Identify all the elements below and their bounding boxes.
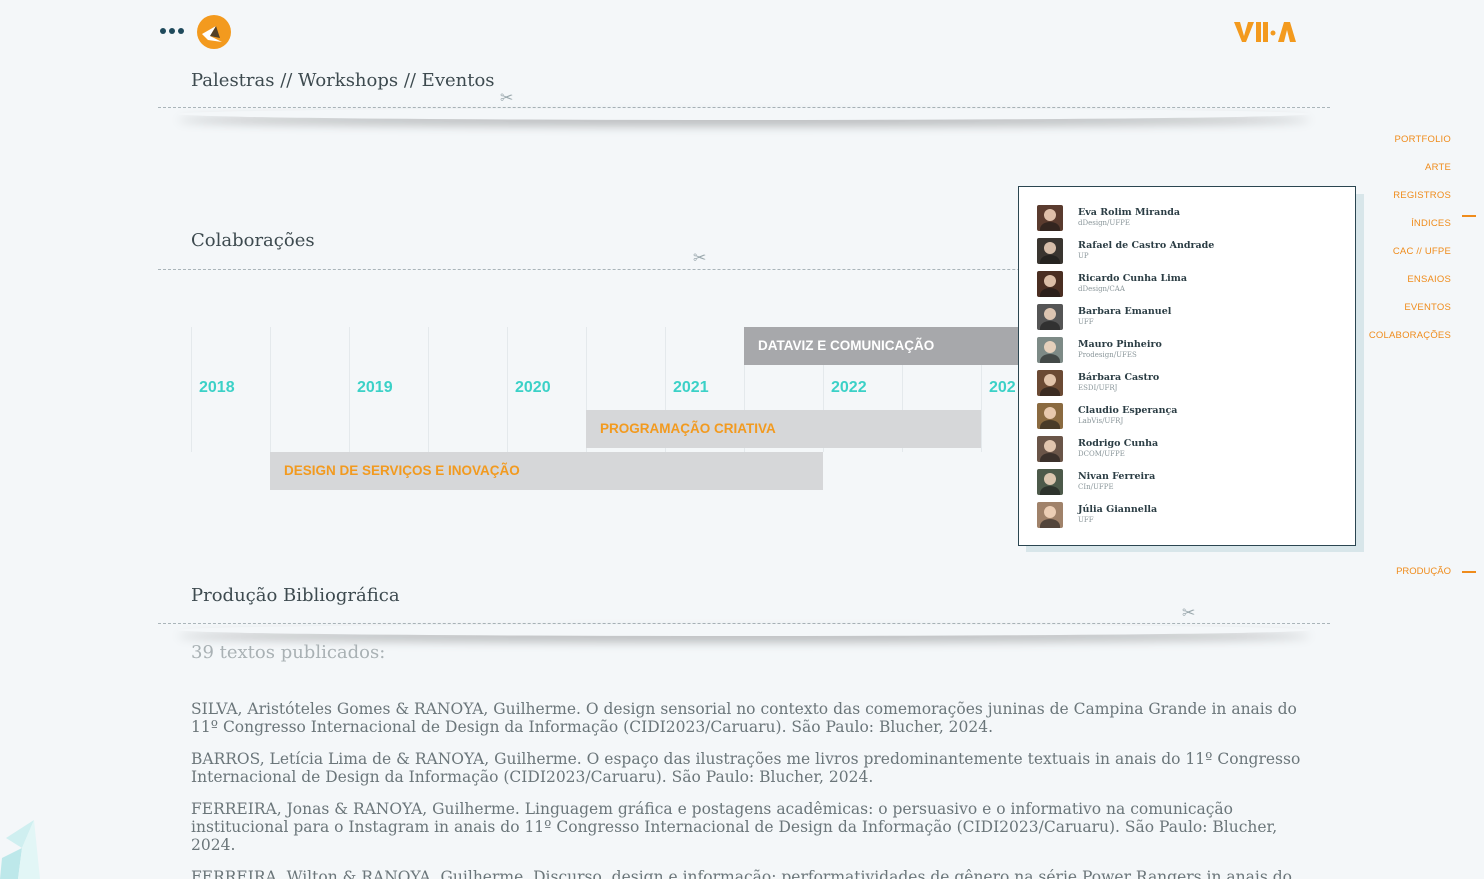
timeline-year: 2021 bbox=[673, 379, 709, 396]
collaborator-item[interactable]: Ricardo Cunha Lima dDesign/CAA bbox=[1037, 271, 1355, 304]
collaborator-item[interactable]: Nivan Ferreira CIn/UFPE bbox=[1037, 469, 1355, 502]
section-title-colaboracoes: Colaborações bbox=[191, 230, 315, 251]
nav-active-indicator bbox=[1462, 215, 1476, 217]
nav-producao[interactable]: PRODUÇÃO bbox=[1396, 566, 1451, 577]
collaborator-affiliation: Prodesign/UFES bbox=[1078, 351, 1137, 359]
avatar bbox=[1037, 271, 1063, 297]
nav-indices[interactable]: ÍNDICES bbox=[1369, 217, 1451, 245]
timeline-year: 202 bbox=[989, 379, 1016, 396]
collaborator-affiliation: dDesign/CAA bbox=[1078, 285, 1125, 293]
reference-item: FERREIRA, Jonas & RANOYA, Guilherme. Lin… bbox=[191, 800, 1278, 854]
collaborator-affiliation: UFF bbox=[1078, 318, 1094, 326]
timeline-year: 2022 bbox=[831, 379, 867, 396]
section-title-producao: Produção Bibliográfica bbox=[191, 585, 400, 606]
collaborator-affiliation: DCOM/UFPE bbox=[1078, 450, 1125, 458]
avatar bbox=[1037, 469, 1063, 495]
avatar bbox=[1037, 304, 1063, 330]
nav-ensaios[interactable]: ENSAIOS bbox=[1369, 273, 1451, 301]
collaborator-affiliation: UFF bbox=[1078, 516, 1094, 524]
timeline-year: 2019 bbox=[357, 379, 393, 396]
nav-active-indicator bbox=[1462, 571, 1476, 573]
scissors-icon: ✂ bbox=[1182, 603, 1196, 622]
collaborator-item[interactable]: Eva Rolim Miranda dDesign/UFPE bbox=[1037, 205, 1355, 238]
collaborator-affiliation: LabVis/UFRJ bbox=[1078, 417, 1124, 425]
nav-cac-ufpe[interactable]: CAC // UFPE bbox=[1369, 245, 1451, 273]
avatar bbox=[1037, 436, 1063, 462]
nav-portfolio[interactable]: PORTFOLIO bbox=[1369, 133, 1451, 161]
collaborator-item[interactable]: Júlia Giannella UFF bbox=[1037, 502, 1355, 535]
collaboration-timeline: 2018 2019 2020 2021 2022 202 DATAVIZ E C… bbox=[191, 327, 1034, 497]
collaborator-name: Rodrigo Cunha bbox=[1078, 438, 1159, 449]
nav-colaboracoes[interactable]: COLABORAÇÕES bbox=[1369, 329, 1451, 357]
collaborator-item[interactable]: Mauro Pinheiro Prodesign/UFES bbox=[1037, 337, 1355, 370]
timeline-bar-programacao[interactable]: PROGRAMAÇÃO CRIATIVA bbox=[586, 410, 981, 448]
avatar bbox=[1037, 238, 1063, 264]
reference-item: BARROS, Letícia Lima de & RANOYA, Guilhe… bbox=[191, 750, 1301, 786]
collaborator-name: Júlia Giannella bbox=[1078, 504, 1158, 515]
section-divider bbox=[158, 623, 1330, 624]
bird-logo-icon[interactable] bbox=[196, 14, 232, 50]
collaborator-affiliation: ESDI/UFRJ bbox=[1078, 384, 1118, 392]
nav-registros[interactable]: REGISTROS bbox=[1369, 189, 1451, 217]
avatar bbox=[1037, 205, 1063, 231]
timeline-year: 2018 bbox=[199, 379, 235, 396]
scissors-icon: ✂ bbox=[693, 248, 707, 267]
brand-logo-icon[interactable] bbox=[1232, 20, 1296, 44]
side-nav: PORTFOLIO ARTE REGISTROS ÍNDICES CAC // … bbox=[1369, 133, 1451, 357]
collaborator-name: Barbara Emanuel bbox=[1078, 306, 1172, 317]
collaborator-affiliation: CIn/UFPE bbox=[1078, 483, 1114, 491]
collaborator-item[interactable]: Rodrigo Cunha DCOM/UFPE bbox=[1037, 436, 1355, 469]
collaborator-name: Bárbara Castro bbox=[1078, 372, 1160, 383]
section-divider bbox=[158, 107, 1330, 108]
avatar bbox=[1037, 370, 1063, 396]
collaborator-name: Nivan Ferreira bbox=[1078, 471, 1156, 482]
collaborators-popup: Eva Rolim Miranda dDesign/UFPE Rafael de … bbox=[1018, 186, 1356, 546]
collaborator-item[interactable]: Claudio Esperança LabVis/UFRJ bbox=[1037, 403, 1355, 436]
nav-eventos[interactable]: EVENTOS bbox=[1369, 301, 1451, 329]
collaborator-name: Eva Rolim Miranda bbox=[1078, 207, 1181, 218]
timeline-year: 2020 bbox=[515, 379, 551, 396]
avatar bbox=[1037, 337, 1063, 363]
collaborator-name: Claudio Esperança bbox=[1078, 405, 1178, 416]
section-title-palestras: Palestras // Workshops // Eventos bbox=[191, 70, 495, 91]
scissors-icon: ✂ bbox=[500, 88, 514, 107]
collaborator-name: Ricardo Cunha Lima bbox=[1078, 273, 1187, 284]
collaborator-item[interactable]: Bárbara Castro ESDI/UFRJ bbox=[1037, 370, 1355, 403]
collaborator-affiliation: dDesign/UFPE bbox=[1078, 219, 1130, 227]
collaborator-item[interactable]: Rafael de Castro Andrade UP bbox=[1037, 238, 1355, 271]
collaborator-name: Mauro Pinheiro bbox=[1078, 339, 1162, 350]
collaborator-name: Rafael de Castro Andrade bbox=[1078, 240, 1215, 251]
collaborator-affiliation: UP bbox=[1078, 252, 1089, 260]
timeline-bar-dataviz[interactable]: DATAVIZ E COMUNICAÇÃO bbox=[744, 327, 1034, 365]
publication-count: 39 textos publicados: bbox=[191, 642, 386, 663]
menu-icon[interactable] bbox=[160, 28, 184, 34]
avatar bbox=[1037, 403, 1063, 429]
avatar bbox=[1037, 502, 1063, 528]
collaborator-item[interactable]: Barbara Emanuel UFF bbox=[1037, 304, 1355, 337]
reference-item: FERREIRA, Wilton & RANOYA, Guilherme. Di… bbox=[191, 868, 1292, 879]
origami-deco-icon bbox=[0, 820, 40, 879]
timeline-bar-design-servicos[interactable]: DESIGN DE SERVIÇOS E INOVAÇÃO bbox=[270, 452, 823, 490]
nav-arte[interactable]: ARTE bbox=[1369, 161, 1451, 189]
reference-item: SILVA, Aristóteles Gomes & RANOYA, Guilh… bbox=[191, 700, 1297, 736]
reference-list: SILVA, Aristóteles Gomes & RANOYA, Guilh… bbox=[191, 700, 1301, 879]
